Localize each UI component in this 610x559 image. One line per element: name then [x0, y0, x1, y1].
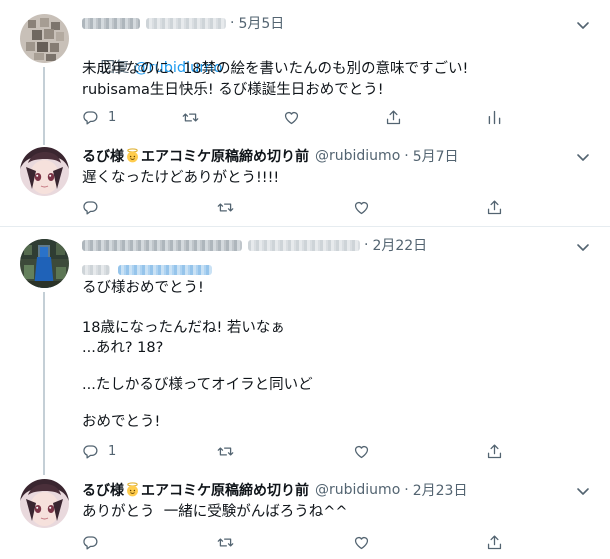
chevron-down-icon[interactable]: [574, 238, 592, 256]
author-name-part1: るび様: [82, 149, 124, 165]
avatar[interactable]: [20, 239, 69, 288]
tweet-text-line: ありがとう 一緒に受験がんばろうね^^: [82, 504, 348, 520]
chevron-down-icon[interactable]: [574, 148, 592, 166]
reply-icon: [83, 535, 98, 550]
blurred-author-name[interactable]: [82, 17, 140, 29]
tweet-text-line: 18歳になったんだね! 若いなぁ: [82, 320, 285, 336]
reply-count: 1: [108, 109, 117, 125]
tweet-actions: 1: [82, 107, 502, 127]
blurred-author-handle[interactable]: [248, 239, 360, 251]
separator-dot: ·: [404, 148, 409, 164]
tweet-text-line: るび様おめでとう!: [82, 280, 204, 296]
author-name[interactable]: るび様 エアコミケ原稿締め切り前: [82, 480, 309, 500]
angel-emoji-icon: [127, 148, 138, 163]
tweet-text-line: ...たしかるび様ってオイラと同いど: [82, 377, 313, 393]
like-button[interactable]: [283, 107, 300, 127]
tweet[interactable]: · 2月22日 るび様おめでとう! 18歳になったんだね! 若いなぁ ...あれ…: [0, 227, 610, 475]
tweet-header: · 5月5日: [82, 13, 284, 33]
retweet-button[interactable]: [217, 441, 234, 461]
tweet[interactable]: るび様 エアコミケ原稿締め切り前 @rubidiumo · 5月7日 遅くなったけ…: [0, 140, 610, 230]
thread-line: [43, 67, 45, 145]
retweet-icon: [217, 446, 234, 456]
blurred-author-handle[interactable]: [146, 17, 226, 29]
avatar[interactable]: [20, 479, 69, 528]
reply-button[interactable]: [82, 532, 99, 552]
heart-icon: [284, 111, 299, 124]
share-button[interactable]: [385, 107, 402, 127]
like-button[interactable]: [353, 441, 370, 461]
reply-count: 1: [108, 443, 117, 459]
avatar[interactable]: [20, 14, 69, 63]
tweet-header: · 2月22日: [82, 235, 427, 255]
heart-icon: [354, 536, 369, 549]
like-button[interactable]: [353, 532, 370, 552]
author-name-part1: るび様: [82, 483, 124, 499]
reply-button[interactable]: 1: [82, 441, 116, 461]
blurred-author-name[interactable]: [82, 239, 242, 251]
chevron-down-icon[interactable]: [574, 16, 592, 34]
analytics-button[interactable]: [486, 107, 503, 127]
tweet-date[interactable]: 2月23日: [413, 480, 468, 500]
blurred-reply-prefix: [82, 265, 110, 275]
tweet-date[interactable]: 2月22日: [372, 235, 427, 255]
share-icon: [386, 109, 401, 124]
tweet-text-line: おめでとう!: [82, 414, 161, 430]
tweet-actions: [82, 532, 502, 552]
tweet-actions: 1: [82, 441, 502, 461]
tweet-text-line: ...あれ? 18?: [82, 340, 164, 356]
author-name[interactable]: るび様 エアコミケ原稿締め切り前: [82, 146, 309, 166]
retweet-icon: [217, 537, 234, 547]
tweet-date[interactable]: 5月5日: [238, 13, 284, 33]
thread-line: [43, 292, 45, 475]
heart-icon: [354, 201, 369, 214]
retweet-button[interactable]: [182, 107, 199, 127]
retweet-button[interactable]: [217, 197, 234, 217]
reply-icon: [83, 200, 98, 215]
tweet-text-line: 遅くなったけどありがとう!!!!: [82, 170, 280, 186]
author-handle[interactable]: @rubidiumo: [315, 148, 400, 164]
blurred-reply-context: [82, 262, 213, 275]
author-name-part2: エアコミケ原稿締め切り前: [141, 483, 309, 499]
retweet-icon: [182, 112, 199, 122]
tweet-text-line: 未成年なのに、18禁の絵を書いたんのも別の意味ですごい!: [82, 61, 469, 77]
blurred-reply-mention[interactable]: [118, 265, 213, 275]
share-icon: [487, 443, 502, 458]
tweet-date[interactable]: 5月7日: [413, 146, 459, 166]
tweet[interactable]: · 5月5日 回复 @rubidiumo 未成年なのに、18禁の絵を書いたんのも…: [0, 0, 610, 145]
tweet-text-line: rubisama生日快乐! るび様誕生日おめでとう!: [82, 82, 384, 98]
tweet[interactable]: るび様 エアコミケ原稿締め切り前 @rubidiumo · 2月23日 ありがとう…: [0, 472, 610, 559]
author-name-part2: エアコミケ原稿締め切り前: [141, 149, 309, 165]
retweet-icon: [217, 202, 234, 212]
share-button[interactable]: [486, 532, 503, 552]
reply-button[interactable]: [82, 197, 99, 217]
separator-dot: ·: [364, 237, 369, 253]
share-icon: [487, 534, 502, 549]
separator-dot: ·: [404, 482, 409, 498]
tweet-header: るび様 エアコミケ原稿締め切り前 @rubidiumo · 5月7日: [82, 146, 459, 166]
retweet-button[interactable]: [217, 532, 234, 552]
tweet-actions: [82, 197, 502, 217]
author-handle[interactable]: @rubidiumo: [315, 482, 400, 498]
heart-icon: [354, 445, 369, 458]
reply-button[interactable]: 1: [82, 107, 116, 127]
analytics-icon: [488, 110, 501, 124]
angel-emoji-icon: [127, 482, 138, 497]
share-button[interactable]: [486, 197, 503, 217]
chevron-down-icon[interactable]: [574, 482, 592, 500]
like-button[interactable]: [353, 197, 370, 217]
share-button[interactable]: [486, 441, 503, 461]
reply-icon: [83, 110, 98, 125]
avatar[interactable]: [20, 147, 69, 196]
separator-dot: ·: [230, 15, 235, 31]
reply-icon: [83, 444, 98, 459]
share-icon: [487, 199, 502, 214]
tweet-header: るび様 エアコミケ原稿締め切り前 @rubidiumo · 2月23日: [82, 480, 467, 500]
